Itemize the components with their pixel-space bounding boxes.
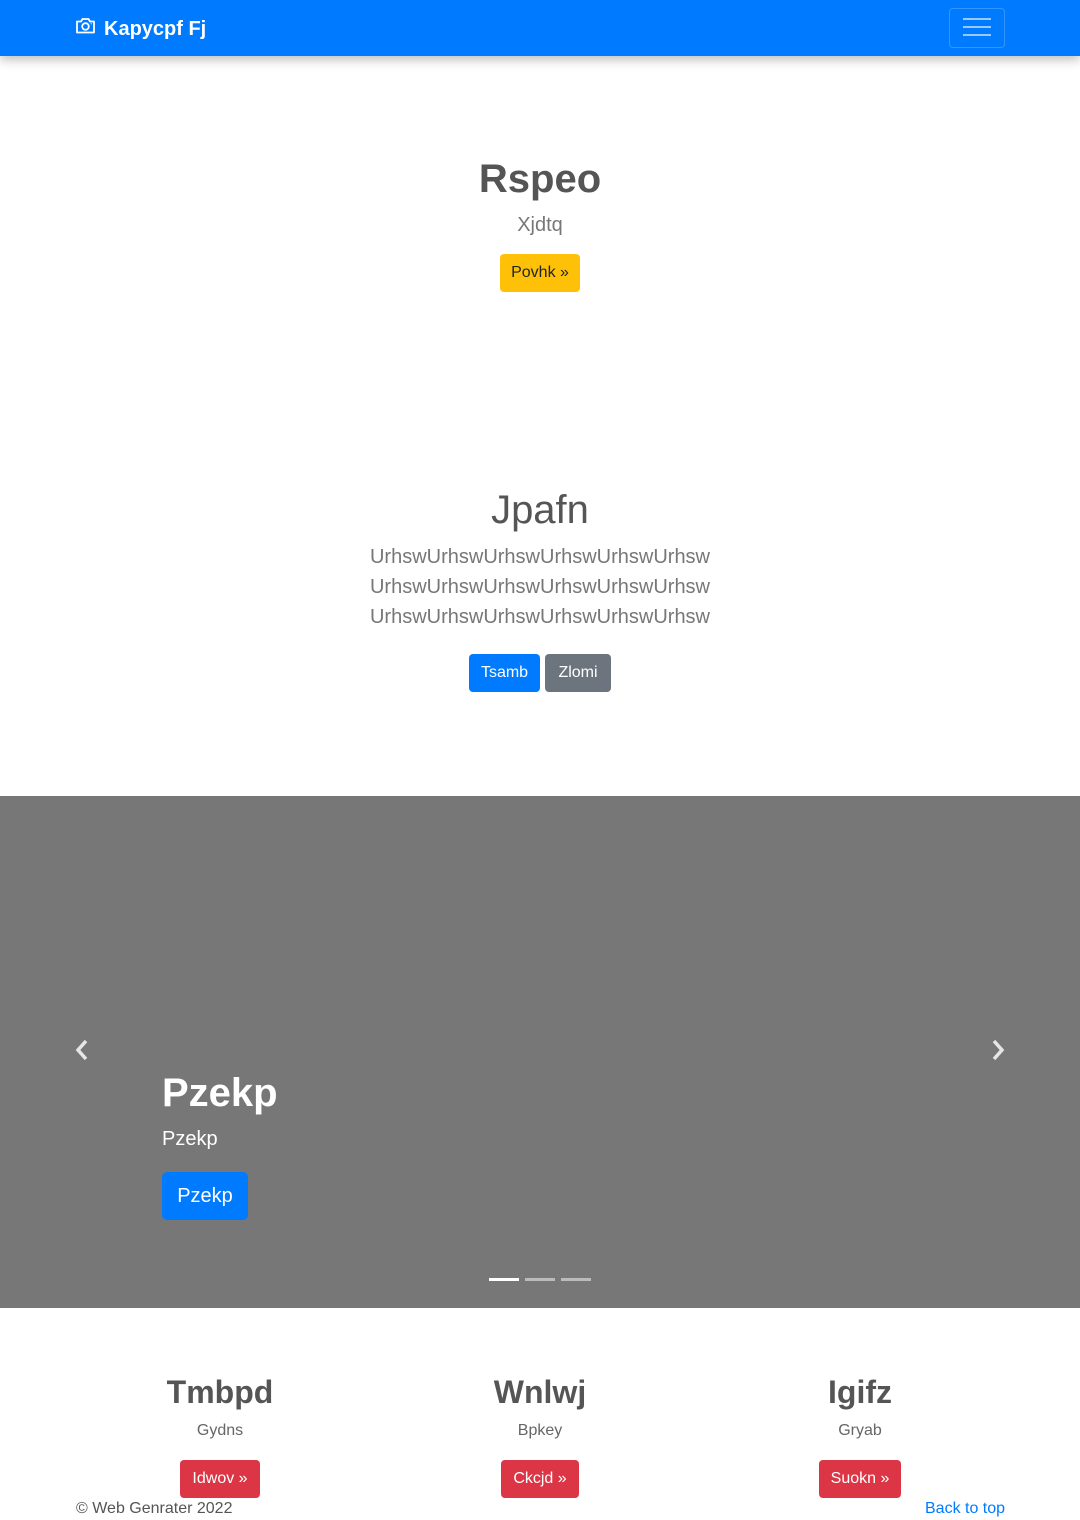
carousel-next-button[interactable] <box>988 1039 1008 1066</box>
carousel-caption-button[interactable]: Pzekp <box>162 1172 248 1220</box>
feature-title: Igifz <box>828 1374 892 1410</box>
feature-column: Tmbpd Gydns Idwov » <box>100 1372 340 1498</box>
feature-text: Gryab <box>838 1422 882 1439</box>
hero1-title: Rspeo <box>478 157 602 201</box>
camera-icon <box>75 16 96 41</box>
brand-label: Kapycpf Fj <box>104 17 207 40</box>
chevron-right-icon <box>990 1039 1006 1066</box>
hero1-button[interactable]: Povhk » <box>500 254 580 292</box>
feature-column: Igifz Gryab Suokn » <box>740 1372 980 1498</box>
hero2-primary-button[interactable]: Tsamb <box>469 654 540 692</box>
carousel-caption-text: Pzekp <box>162 1128 218 1150</box>
feature-text: Gydns <box>196 1422 244 1439</box>
hero2-title: Jpafn <box>491 488 589 532</box>
carousel-indicator[interactable] <box>489 1278 519 1281</box>
feature-button[interactable]: Ckcjd » <box>501 1460 579 1498</box>
hero2-lead-line: UrhswUrhswUrhswUrhswUrhswUrhsw <box>369 576 711 598</box>
hero2-lead: UrhswUrhswUrhswUrhswUrhswUrhsw UrhswUrhs… <box>0 542 1080 632</box>
feature-title: Wnlwj <box>493 1374 587 1410</box>
feature-button[interactable]: Idwov » <box>180 1460 260 1498</box>
navbar-toggler-button[interactable] <box>949 8 1005 48</box>
hamburger-menu-icon <box>963 16 991 41</box>
footer-copyright: © Web Genrater 2022 <box>76 1500 233 1517</box>
carousel-indicators <box>489 1278 591 1281</box>
hero2-secondary-button[interactable]: Zlomi <box>545 654 611 692</box>
hero2-lead-line: UrhswUrhswUrhswUrhswUrhswUrhsw <box>369 606 711 628</box>
feature-column: Wnlwj Bpkey Ckcjd » <box>420 1372 660 1498</box>
carousel-prev-button[interactable] <box>72 1039 92 1066</box>
feature-text: Bpkey <box>517 1422 563 1439</box>
hero1-subtitle: Xjdtq <box>517 214 563 236</box>
hero2-actions: Tsamb Zlomi <box>469 654 611 692</box>
carousel-indicator[interactable] <box>525 1278 555 1281</box>
navbar-brand[interactable]: Kapycpf Fj <box>75 16 206 41</box>
chevron-left-icon <box>74 1039 90 1066</box>
feature-button[interactable]: Suokn » <box>818 1460 902 1498</box>
navbar: Kapycpf Fj <box>0 0 1080 56</box>
carousel-caption-title: Pzekp <box>162 1071 278 1115</box>
carousel-indicator[interactable] <box>561 1278 591 1281</box>
hero2-lead-line: UrhswUrhswUrhswUrhswUrhswUrhsw <box>369 546 711 568</box>
back-to-top-link[interactable]: Back to top <box>925 1499 1005 1519</box>
carousel: Pzekp Pzekp Pzekp <box>0 796 1080 1308</box>
feature-title: Tmbpd <box>166 1374 274 1410</box>
